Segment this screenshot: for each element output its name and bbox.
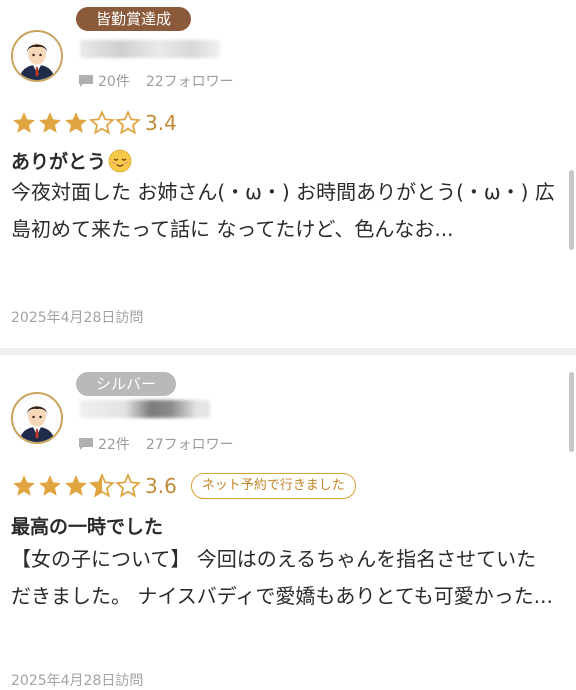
review-title[interactable]: 最高の一時でした [11, 512, 163, 539]
relieved-face-emoji-icon [108, 149, 132, 172]
user-avatar-icon[interactable] [11, 30, 63, 82]
follower-count[interactable]: 27フォロワー [146, 434, 234, 454]
star-rating [11, 473, 141, 499]
net-reservation-badge: ネット予約で行きました [190, 473, 356, 499]
star-empty-icon [115, 110, 141, 135]
scrollbar[interactable] [569, 170, 574, 250]
star-filled-icon [39, 475, 61, 496]
review-title[interactable]: ありがとう [11, 147, 132, 174]
visit-date: 2025年4月28日訪問 [11, 310, 144, 326]
user-stats: 20件 22フォロワー [78, 71, 234, 91]
star-half-icon [89, 473, 115, 498]
star-filled-icon [65, 112, 87, 133]
rating-row: 3.6 ネット予約で行きました [11, 473, 356, 499]
rating-value: 3.4 [145, 111, 177, 135]
star-filled-icon [13, 112, 35, 133]
post-count: 20件 [98, 74, 130, 90]
user-avatar-icon[interactable] [11, 392, 63, 444]
star-empty-icon [89, 110, 115, 135]
post-count: 22件 [98, 437, 130, 453]
comment-icon [79, 75, 93, 87]
visit-date: 2025年4月28日訪問 [11, 673, 144, 689]
review-body[interactable]: 【女の子について】 今回はのえるちゃんを指名させていただきました。 ナイスバディ… [11, 541, 556, 615]
rank-badge: シルバー [76, 372, 177, 396]
rating-row: 3.4 [11, 110, 177, 136]
review-divider [0, 348, 576, 355]
star-empty-icon [115, 473, 141, 498]
username-blurred[interactable] [80, 40, 220, 58]
follower-count[interactable]: 22フォロワー [146, 71, 234, 91]
user-stats: 22件 27フォロワー [78, 434, 234, 454]
comment-icon [79, 438, 93, 450]
scrollbar[interactable] [569, 372, 574, 452]
star-rating [11, 110, 141, 136]
star-filled-icon [39, 112, 61, 133]
review-title-text: ありがとう [11, 151, 107, 173]
review-title-text: 最高の一時でした [11, 516, 164, 538]
star-filled-icon [65, 475, 87, 496]
username-blurred[interactable] [80, 400, 210, 418]
star-filled-icon [13, 475, 35, 496]
rating-value: 3.6 [145, 474, 177, 498]
rank-badge: 皆勤賞達成 [76, 7, 192, 31]
review-body[interactable]: 今夜対面した お姉さん(・ω・) お時間ありがとう(・ω・) 広島初めて来たって… [11, 174, 556, 248]
review-card: 皆勤賞達成 20件 22フォロワー 3.4 ありがとう 今夜対面した お姉さん(… [0, 0, 576, 348]
